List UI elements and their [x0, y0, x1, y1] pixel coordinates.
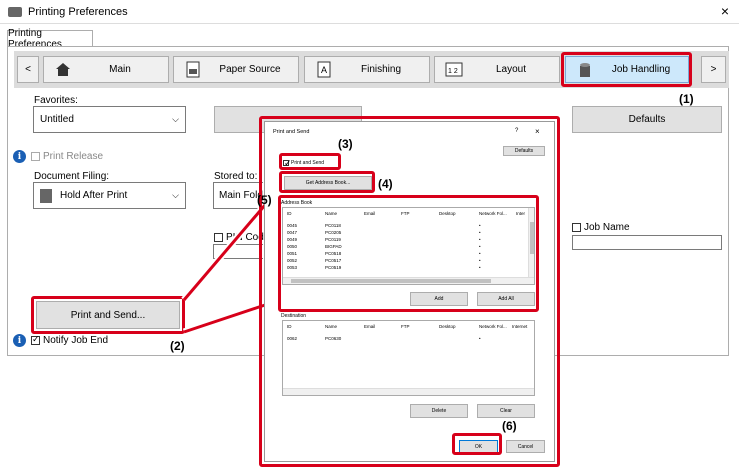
callout-6: (6) [502, 419, 517, 433]
callout-4: (4) [378, 177, 393, 191]
destination-label: Destination [281, 313, 307, 319]
horizontal-scrollbar[interactable] [283, 388, 534, 395]
delete-button[interactable]: Delete [410, 404, 468, 418]
destination-table[interactable]: ID Name Email FTP Desktop Network Fol...… [282, 320, 535, 396]
callout-5: (5) [257, 193, 272, 207]
clear-button[interactable]: Clear [477, 404, 535, 418]
highlight-ok [452, 433, 502, 455]
dialog-close-icon[interactable]: × [535, 127, 540, 136]
help-icon[interactable]: ? [515, 128, 518, 134]
highlight-get-address-book [279, 171, 375, 193]
highlight-address-book [278, 195, 539, 312]
table-row[interactable]: 0062 PC0630 • [283, 336, 534, 342]
dialog-title: Print and Send [273, 129, 310, 135]
callout-3: (3) [338, 137, 353, 151]
dialog-defaults-button[interactable]: Defaults [503, 146, 545, 156]
cancel-button[interactable]: Cancel [506, 440, 545, 453]
highlight-print-and-send-check [279, 153, 341, 170]
